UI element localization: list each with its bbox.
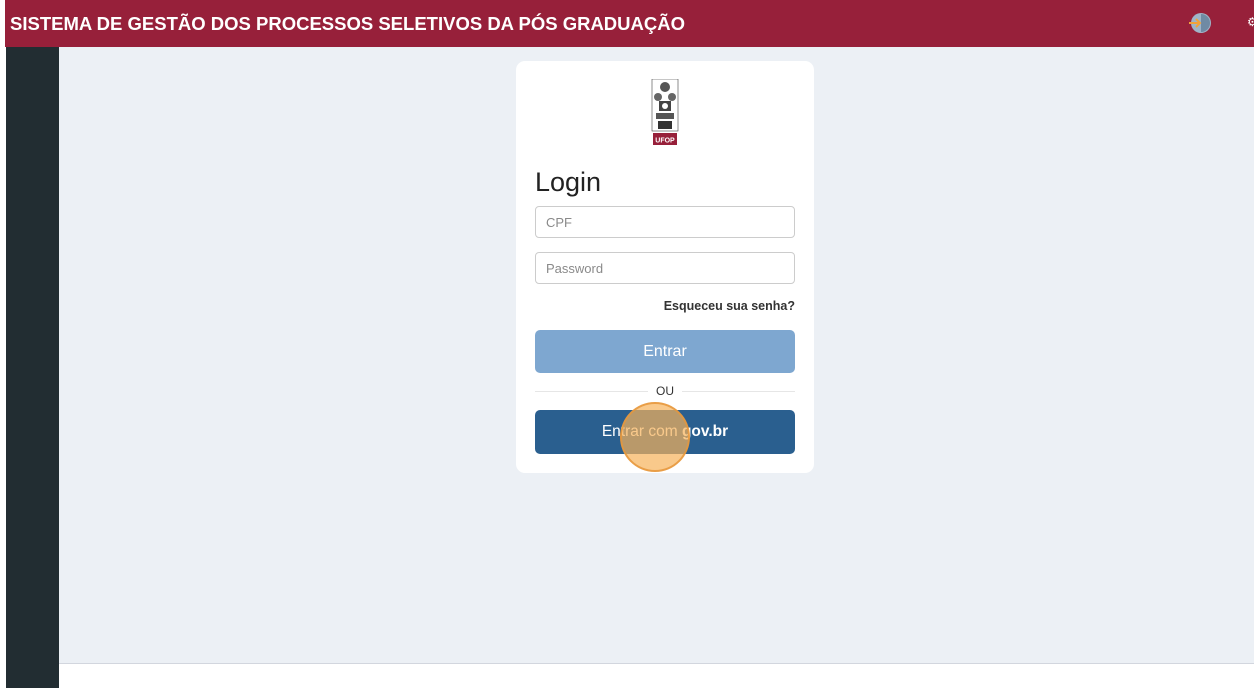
govbr-button-prefix: Entrar com <box>601 423 682 440</box>
app-title: SISTEMA DE GESTÃO DOS PROCESSOS SELETIVO… <box>10 13 685 34</box>
separator-label: OU <box>516 384 814 398</box>
footer <box>59 663 1254 688</box>
gear-icon[interactable]: ⚙ <box>1247 15 1254 29</box>
login-card: UFOP Login Esqueceu sua senha? Entrar OU… <box>516 61 814 473</box>
forgot-password-link[interactable]: Esqueceu sua senha? <box>664 299 795 313</box>
sidebar <box>6 47 59 688</box>
cpf-input[interactable] <box>535 206 795 238</box>
govbr-login-button[interactable]: Entrar com gov.br <box>535 410 795 454</box>
password-input[interactable] <box>535 252 795 284</box>
sign-in-icon[interactable] <box>1186 11 1212 35</box>
ufop-logo: UFOP <box>650 78 680 147</box>
logo-text: UFOP <box>655 138 675 145</box>
login-title: Login <box>535 167 602 197</box>
separator-text: OU <box>648 384 682 398</box>
login-button[interactable]: Entrar <box>535 330 795 373</box>
govbr-brand: gov.br <box>681 423 729 440</box>
top-navbar: SISTEMA DE GESTÃO DOS PROCESSOS SELETIVO… <box>5 0 1254 47</box>
